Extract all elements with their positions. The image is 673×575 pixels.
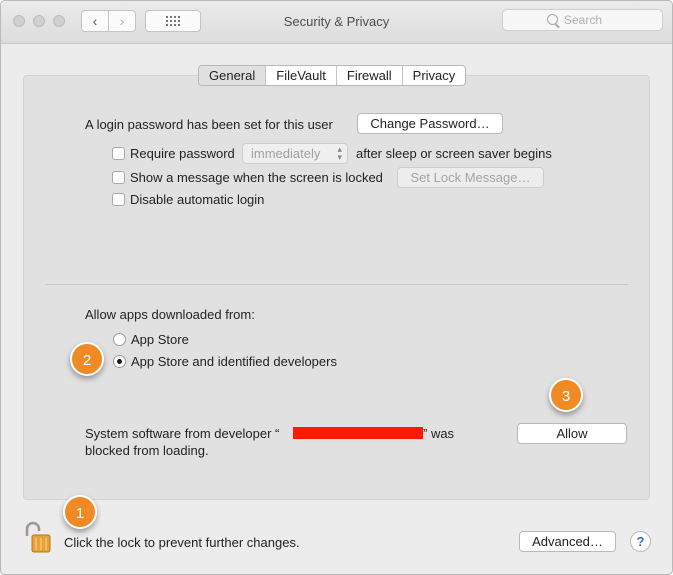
require-password-checkbox[interactable]	[112, 147, 125, 160]
system-software-text-end: ” was	[423, 426, 455, 441]
radio-app-store-identified[interactable]	[113, 355, 126, 368]
allow-apps-heading: Allow apps downloaded from:	[85, 307, 255, 322]
tab-privacy[interactable]: Privacy	[401, 66, 466, 85]
disable-auto-login-checkbox[interactable]	[112, 193, 125, 206]
help-button[interactable]: ?	[630, 531, 651, 552]
change-password-button[interactable]: Change Password…	[357, 113, 503, 134]
search-placeholder: Search	[564, 13, 603, 27]
tab-general[interactable]: General	[199, 66, 266, 85]
lock-prompt-text: Click the lock to prevent further change…	[64, 535, 300, 550]
show-message-label: Show a message when the screen is locked	[130, 170, 383, 185]
set-lock-message-button[interactable]: Set Lock Message…	[397, 167, 544, 188]
security-privacy-window: ‹ › Security & Privacy Search General Fi…	[0, 0, 673, 575]
annotation-badge-1: 1	[63, 495, 97, 529]
search-field[interactable]: Search	[502, 9, 663, 31]
radio-app-store-identified-label: App Store and identified developers	[131, 354, 337, 369]
radio-app-store[interactable]	[113, 333, 126, 346]
system-software-text-start: System software from developer “	[85, 426, 280, 441]
unlocked-padlock-icon[interactable]	[24, 520, 54, 554]
require-password-delay-select[interactable]: immediately ▴ ▾	[242, 143, 348, 164]
advanced-button[interactable]: Advanced…	[519, 531, 616, 552]
require-password-suffix: after sleep or screen saver begins	[356, 146, 552, 161]
tab-bar: General FileVault Firewall Privacy	[198, 65, 467, 86]
login-password-text: A login password has been set for this u…	[85, 117, 333, 132]
disable-auto-login-label: Disable automatic login	[130, 192, 265, 207]
titlebar: ‹ › Security & Privacy Search	[1, 1, 672, 44]
require-password-label: Require password	[130, 146, 235, 161]
require-password-delay-value: immediately	[251, 146, 321, 161]
show-message-checkbox[interactable]	[112, 171, 125, 184]
tab-filevault[interactable]: FileVault	[265, 66, 336, 85]
updown-arrows-icon: ▴ ▾	[337, 144, 342, 162]
tab-firewall[interactable]: Firewall	[335, 66, 402, 85]
annotation-badge-2: 2	[70, 342, 104, 376]
radio-app-store-label: App Store	[131, 332, 189, 347]
annotation-badge-3: 3	[549, 378, 583, 412]
redacted-developer-name	[293, 427, 423, 439]
allow-button[interactable]: Allow	[517, 423, 627, 444]
system-software-text-line2: blocked from loading.	[85, 443, 209, 458]
section-divider	[45, 284, 628, 285]
search-icon	[547, 14, 558, 25]
